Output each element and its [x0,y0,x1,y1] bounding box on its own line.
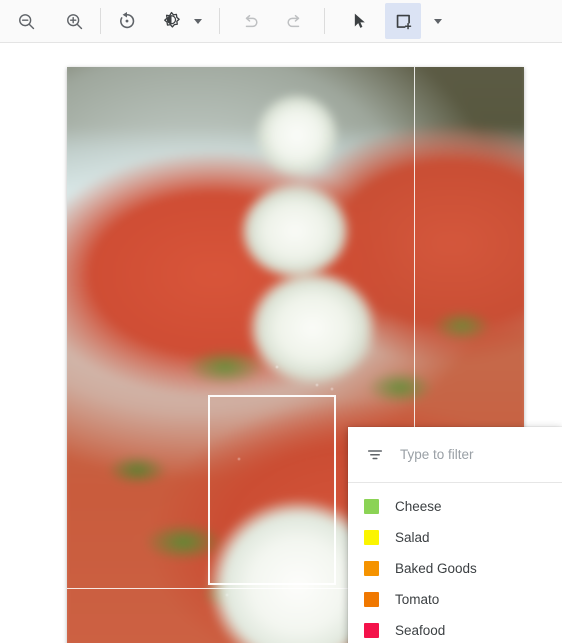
redo-button[interactable] [276,3,312,39]
zoom-in-button[interactable] [56,3,92,39]
label-option-text: Salad [395,530,430,545]
zoom-in-icon [66,13,82,29]
brightness-contrast-menu-caret[interactable] [189,3,207,39]
label-option-text: Tomato [395,592,440,607]
rotate-icon [120,12,135,29]
add-box-menu-caret[interactable] [429,3,447,39]
label-color-swatch [364,561,379,576]
label-color-swatch [364,499,379,514]
image-canvas[interactable]: Cheese Salad Baked Goods Tomato Seafood [0,43,562,643]
toolbar [0,0,562,43]
label-option[interactable]: Salad [348,522,562,553]
add-box-button[interactable] [385,3,421,39]
label-option[interactable]: Cheese [348,491,562,522]
label-filter-row[interactable] [348,427,562,483]
label-option[interactable]: Baked Goods [348,553,562,584]
label-dropdown-menu[interactable]: Cheese Salad Baked Goods Tomato Seafood [348,427,562,643]
select-cursor-icon [354,13,365,28]
toolbar-separator [324,8,325,34]
label-color-swatch [364,530,379,545]
chevron-down-icon [194,18,202,24]
redo-icon [286,14,299,27]
label-option-list: Cheese Salad Baked Goods Tomato Seafood [348,483,562,643]
brightness-contrast-icon [163,11,180,28]
chevron-down-icon [434,18,442,24]
label-option[interactable]: Seafood [348,615,562,643]
zoom-out-button[interactable] [8,3,44,39]
bounding-box-selection[interactable] [208,395,336,585]
zoom-out-icon [18,13,34,29]
toolbar-separator [100,8,101,34]
label-filter-input[interactable] [400,447,540,462]
filter-icon [367,449,383,459]
undo-button[interactable] [232,3,268,39]
brightness-contrast-button[interactable] [153,3,189,39]
add-box-icon [396,14,411,29]
select-cursor-button[interactable] [341,3,377,39]
label-option-text: Cheese [395,499,442,514]
rotate-button[interactable] [109,3,145,39]
undo-icon [245,14,258,27]
label-option-text: Seafood [395,623,446,638]
label-color-swatch [364,592,379,607]
label-option-text: Baked Goods [395,561,477,576]
label-color-swatch [364,623,379,638]
label-option[interactable]: Tomato [348,584,562,615]
toolbar-separator [219,8,220,34]
